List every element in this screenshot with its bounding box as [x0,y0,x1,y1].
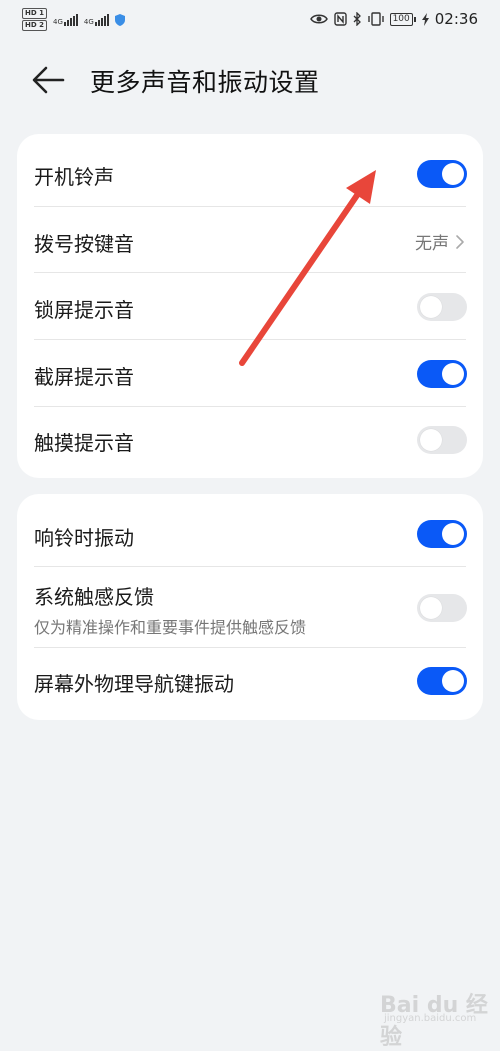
screenshot-sound-toggle[interactable] [417,360,467,388]
nav-key-vibrate-toggle[interactable] [417,667,467,695]
nfc-icon [333,12,347,26]
page-header: 更多声音和振动设置 [0,52,500,108]
row-label: 锁屏提示音 [34,298,134,322]
touch-sound-toggle[interactable] [417,426,467,454]
hd1-badge: HD 1 [22,8,47,19]
signal-1-icon: 4G [52,13,78,26]
watermark-sub: jingyan.baidu.com [384,1013,477,1024]
shield-icon [114,13,125,26]
row-ring-vibrate: 响铃时振动 [17,500,483,567]
row-lock-sound: 锁屏提示音 [17,273,483,340]
baidu-watermark: Bai du 经验 jingyan.baidu.com [380,985,490,1050]
row-label: 响铃时振动 [34,526,134,550]
lock-sound-toggle[interactable] [417,293,467,321]
dial-tone-value[interactable]: 无声 [415,229,465,254]
back-button[interactable] [30,64,70,96]
row-dial-tone[interactable]: 拨号按键音 无声 [17,207,483,273]
status-time: 02:36 [434,10,478,28]
network-type-2: 4G [83,17,94,26]
row-nav-key-vibrate: 屏幕外物理导航键振动 [17,648,483,714]
status-bar: HD 1 HD 2 4G 4G 100 02:36 [0,0,500,40]
signal-2-icon: 4G [83,13,109,26]
back-arrow-icon [32,66,65,94]
battery-icon: 100 [389,12,416,26]
battery-level: 100 [389,12,413,26]
page-title: 更多声音和振动设置 [90,68,320,97]
network-type-1: 4G [52,17,63,26]
status-bar-left: HD 1 HD 2 4G 4G [22,8,125,31]
haptic-feedback-toggle[interactable] [417,594,467,622]
row-haptic-feedback: 系统触感反馈 仅为精准操作和重要事件提供触感反馈 [17,567,483,648]
ring-vibrate-toggle[interactable] [417,520,467,548]
row-subtitle: 仅为精准操作和重要事件提供触感反馈 [34,618,307,637]
row-label: 开机铃声 [34,165,114,189]
row-label: 截屏提示音 [34,365,134,389]
charging-icon [421,12,429,26]
row-touch-sound: 触摸提示音 [17,407,483,474]
vibration-settings-card: 响铃时振动 系统触感反馈 仅为精准操作和重要事件提供触感反馈 屏幕外物理导航键振… [17,494,483,720]
hd-indicators: HD 1 HD 2 [22,8,47,31]
hd2-badge: HD 2 [22,20,47,31]
chevron-right-icon [456,234,464,249]
row-screenshot-sound: 截屏提示音 [17,340,483,407]
boot-ringtone-toggle[interactable] [417,160,467,188]
dial-tone-value-text: 无声 [415,234,449,254]
row-label: 屏幕外物理导航键振动 [34,672,234,696]
sound-settings-card: 开机铃声 拨号按键音 无声 锁屏提示音 截屏提示音 触摸提示音 [17,134,483,478]
row-label: 拨号按键音 [34,232,134,256]
row-label: 触摸提示音 [34,431,134,455]
bluetooth-icon [353,12,361,26]
vibrate-icon [367,12,384,26]
row-label: 系统触感反馈 [34,585,154,609]
row-boot-ringtone: 开机铃声 [17,140,483,207]
eye-icon [309,14,328,24]
status-bar-right: 100 02:36 [309,10,478,28]
